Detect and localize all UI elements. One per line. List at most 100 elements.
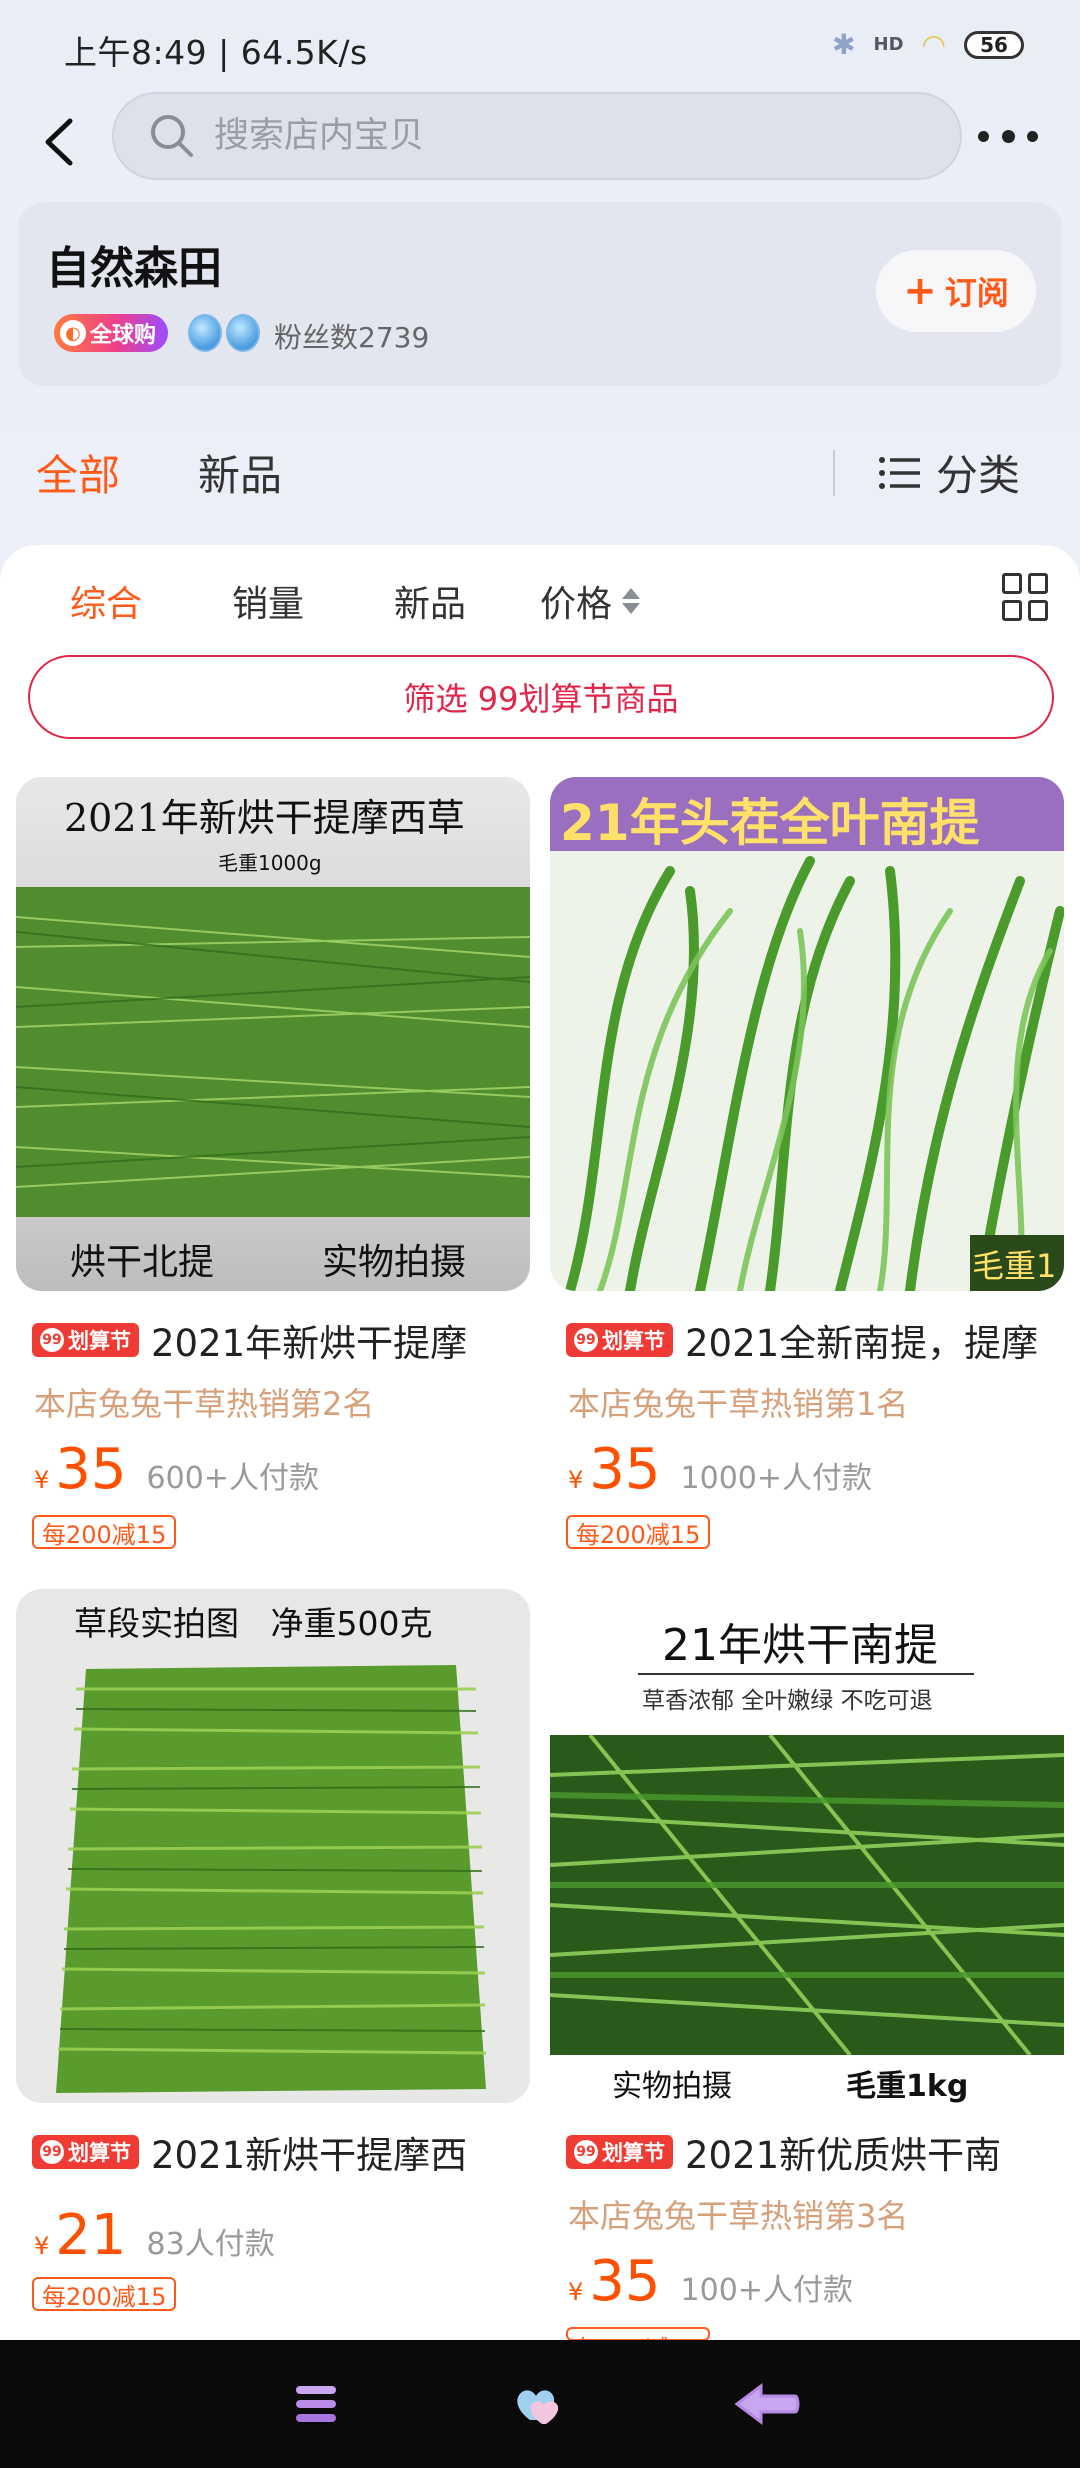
product-price: ¥ 35 600+人付款: [34, 1437, 319, 1502]
search-input[interactable]: [214, 116, 914, 156]
product-card[interactable]: 草段实拍图 净重500克 99 划算节 2021新烘干提摩西 ¥ 21 83人付…: [16, 1589, 530, 2329]
product-card[interactable]: 2021年新烘干提摩西草 毛重1000g 烘干北提 实物拍摄 99划算节 20: [16, 777, 530, 1517]
battery-icon: 56: [964, 30, 1024, 59]
product-price: ¥ 21 83人付款: [34, 2203, 275, 2268]
more-dot-icon: [1027, 130, 1038, 142]
product-title[interactable]: 99 划算节 2021新优质烘干南: [566, 2125, 1066, 2179]
tab-divider: [833, 450, 835, 496]
image-corner-caption: 毛重1: [972, 1247, 1057, 1285]
menu-icon[interactable]: [284, 2374, 348, 2434]
sort-new[interactable]: 新品: [394, 575, 466, 627]
search-bar[interactable]: [112, 92, 962, 180]
store-info-card: 自然森田 ◐ 全球购 粉丝数2739 + 订阅: [18, 202, 1062, 386]
currency-symbol: ¥: [568, 1466, 584, 1494]
paid-count: 1000+人付款: [680, 1461, 873, 1496]
more-options-button[interactable]: [978, 114, 1038, 158]
product-card[interactable]: 21年头茬全叶南提 毛重1 99 划算节 2021全新南提，提摩 本店兔兔干草热…: [550, 777, 1064, 1517]
image-left-caption: 烘干北提: [70, 1242, 215, 1283]
sale-99-badge: 99 划算节: [32, 1323, 139, 1357]
product-title[interactable]: 99 划算节 2021年新烘干提摩: [32, 1313, 532, 1367]
fans-count: 粉丝数2739: [274, 321, 430, 354]
image-title: 草段实拍图 净重500克: [74, 1604, 433, 1643]
image-subtitle: 毛重1000g: [218, 851, 322, 875]
price-value: 35: [589, 1437, 661, 1502]
tab-category[interactable]: 分类: [878, 442, 1020, 503]
sort-sales[interactable]: 销量: [232, 575, 304, 627]
product-image[interactable]: 2021年新烘干提摩西草 毛重1000g 烘干北提 实物拍摄: [16, 777, 530, 1291]
search-header: [0, 92, 1080, 192]
product-image[interactable]: 草段实拍图 净重500克: [16, 1589, 530, 2103]
search-icon: [144, 108, 200, 164]
grid-cell-icon: [1002, 600, 1022, 621]
paid-count: 600+人付款: [146, 1461, 319, 1496]
sort-comprehensive[interactable]: 综合: [70, 575, 142, 627]
paid-count: 83人付款: [146, 2227, 275, 2262]
product-title[interactable]: 99 划算节 2021全新南提，提摩: [566, 1313, 1066, 1367]
currency-symbol: ¥: [34, 1466, 50, 1494]
product-title[interactable]: 99 划算节 2021新烘干提摩西: [32, 2125, 532, 2179]
product-panel: 综合 销量 新品 价格 筛选 99划算节商品 2021年新烘干提摩西草 毛重10…: [0, 545, 1080, 2341]
wifi-icon: ◠: [921, 28, 946, 61]
system-nav-bar: [0, 2340, 1080, 2468]
price-value: 35: [55, 1437, 127, 1502]
tab-category-label: 分类: [936, 451, 1021, 500]
product-price: ¥ 35 100+人付款: [568, 2249, 853, 2314]
price-value: 35: [589, 2249, 661, 2314]
grass-photo: [16, 1649, 530, 2103]
image-left-caption: 实物拍摄: [612, 2069, 732, 2103]
image-subtitle: 草香浓郁 全叶嫩绿 不吃可退: [642, 1688, 933, 1714]
crown-icon: [226, 314, 260, 352]
filter-99-button[interactable]: 筛选 99划算节商品: [28, 655, 1054, 739]
product-title-text: 2021年新烘干提摩: [151, 1322, 468, 1365]
global-badge-label: 全球购: [90, 323, 157, 348]
grid-cell-icon: [1028, 600, 1048, 621]
image-title: 21年头茬全叶南提: [560, 794, 980, 852]
product-card[interactable]: 21年烘干南提 草香浓郁 全叶嫩绿 不吃可退 实物拍摄 毛重1kg 99 划算节 …: [550, 1589, 1064, 2329]
grid-cell-icon: [1002, 573, 1022, 594]
grid-view-toggle[interactable]: [1002, 573, 1050, 621]
battery-level: 56: [980, 32, 1008, 57]
grass-photo: [16, 887, 530, 1217]
grass-photo: [550, 851, 1064, 1291]
product-image[interactable]: 21年头茬全叶南提 毛重1: [550, 777, 1064, 1291]
coupon-tag: 每200减15: [32, 1515, 177, 1549]
status-icons: ✱ HD ◠ 56: [832, 28, 1024, 61]
tab-new[interactable]: 新品: [198, 442, 282, 503]
product-rank: 本店兔兔干草热销第1名: [568, 1385, 909, 1423]
product-title-text: 2021新烘干提摩西: [151, 2134, 468, 2177]
more-dot-icon: [1001, 129, 1015, 143]
plus-icon: +: [903, 268, 937, 314]
global-purchase-badge: ◐ 全球购: [54, 314, 169, 352]
tab-all[interactable]: 全部: [36, 442, 120, 503]
sort-bar: 综合 销量 新品 价格: [0, 545, 1080, 655]
product-rank: 本店兔兔干草热销第3名: [568, 2197, 909, 2235]
coupon-tag: 每200减15: [566, 1515, 711, 1549]
image-right-caption: 毛重1kg: [846, 2069, 969, 2103]
home-heart-icon[interactable]: [508, 2374, 572, 2434]
product-image[interactable]: 21年烘干南提 草香浓郁 全叶嫩绿 不吃可退 实物拍摄 毛重1kg: [550, 1589, 1064, 2103]
price-value: 21: [55, 2203, 127, 2268]
coupon-tag: 每200减15: [32, 2277, 177, 2311]
bluetooth-icon: ✱: [832, 28, 856, 61]
status-time-speed: 上午8:49 | 64.5K/s: [64, 33, 368, 72]
product-rank: 本店兔兔干草热销第2名: [34, 1385, 375, 1423]
back-arrow-icon[interactable]: [732, 2374, 804, 2434]
store-tabs: 全部 新品 分类: [0, 420, 1080, 520]
more-dot-icon: [978, 130, 989, 142]
currency-symbol: ¥: [34, 2232, 50, 2260]
product-title-text: 2021全新南提，提摩: [685, 1322, 1039, 1365]
back-button[interactable]: [34, 112, 84, 172]
paid-count: 100+人付款: [680, 2273, 853, 2308]
sale-99-badge: 99 划算节: [566, 1323, 673, 1357]
store-name[interactable]: 自然森田: [46, 232, 222, 296]
global-badge-icon: ◐: [60, 320, 86, 346]
subscribe-button[interactable]: + 订阅: [876, 250, 1036, 332]
image-title: 2021年新烘干提摩西草: [64, 796, 465, 840]
chevron-left-icon: [45, 118, 73, 166]
grid-cell-icon: [1028, 573, 1048, 594]
sort-price[interactable]: 价格: [540, 575, 641, 627]
subscribe-label: 订阅: [944, 274, 1009, 312]
coupon-tag: 每200减15: [566, 2327, 711, 2341]
crown-icon: [188, 314, 222, 352]
product-price: ¥ 35 1000+人付款: [568, 1437, 872, 1502]
